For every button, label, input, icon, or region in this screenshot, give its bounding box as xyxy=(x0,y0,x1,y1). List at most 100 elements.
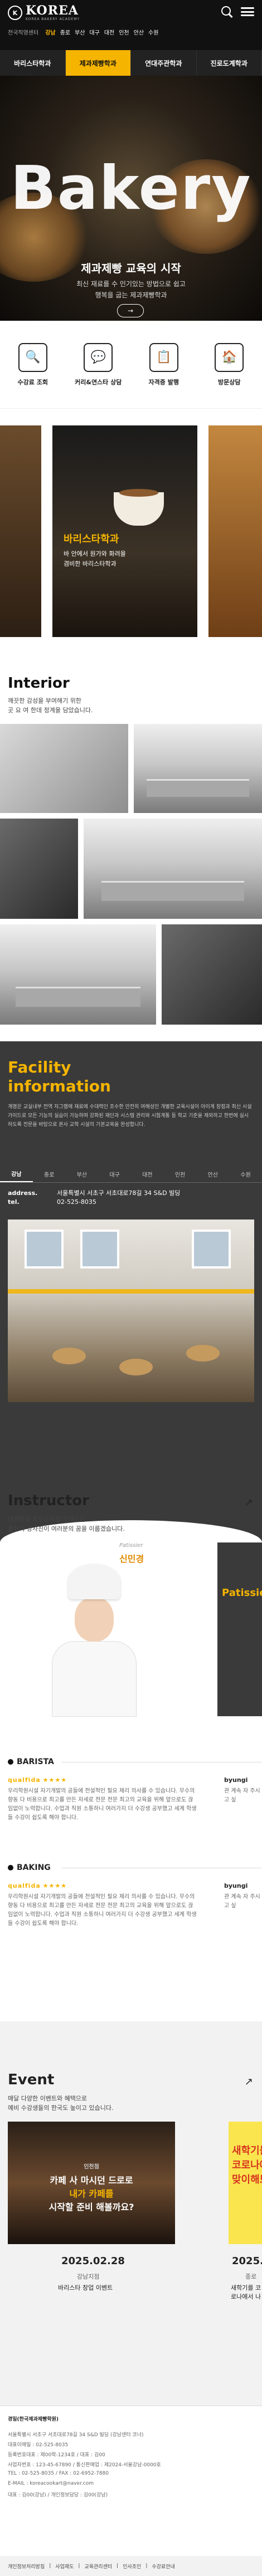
review-user: qualfida xyxy=(8,1882,41,1889)
event-name[interactable]: 새학기를 코로나에서 나 xyxy=(231,2283,262,2301)
footer-link[interactable]: 인사조인 xyxy=(123,2563,141,2570)
logo[interactable]: KOREA xyxy=(26,3,79,18)
review-item[interactable]: byungi 관 계속 자 주시고 싶 xyxy=(224,1882,262,1911)
event-date: 2025.02.0 xyxy=(232,2255,262,2267)
facility-tab[interactable]: 대구 xyxy=(98,1166,131,1182)
menu-icon[interactable] xyxy=(241,6,254,18)
coffee-cup-image xyxy=(114,489,164,526)
facility-tab[interactable]: 부산 xyxy=(66,1166,99,1182)
event-card[interactable]: 인천점 카페 사 마시던 드로로 내가 카페를 시작할 준비 해볼까요? xyxy=(8,2122,175,2244)
region-link[interactable]: 인천 xyxy=(119,28,129,36)
footer: 경일(한국제과제빵학원) 서울특별시 서초구 서초대로78길 34 S&D 빌딩… xyxy=(0,2406,262,2576)
footer-line: 사업자번호 : 123-45-67890 / 통신판매업 : 제2024-서울강… xyxy=(8,2462,161,2468)
barista-review-head: BARISTA xyxy=(8,1757,54,1766)
facility-tab[interactable]: 강남 xyxy=(0,1166,33,1182)
region-link[interactable]: 수원 xyxy=(148,28,158,36)
review-item[interactable]: byungi 관 계속 자 주시고 싶 xyxy=(224,1776,262,1805)
logo-mark[interactable]: K xyxy=(8,6,22,20)
event-title: Event xyxy=(8,2071,55,2088)
quick-item-consult[interactable]: 💬 커리&연스타 상담 xyxy=(70,342,126,386)
interior-photo xyxy=(134,724,262,813)
instructor-desc: 대한민국 최우수적성 자격요건 출신의 강사진이 여러분의 꿈을 이룹겠습니다. xyxy=(8,1516,125,1532)
footer-brand: 경일(한국제과제빵학원) xyxy=(8,2417,59,2422)
quick-item-visit[interactable]: 🏠 방문상담 xyxy=(201,342,257,386)
footer-link[interactable]: 개인정보처리방침 xyxy=(8,2563,45,2570)
quick-item-certificate[interactable]: 📋 자격증 발행 xyxy=(136,342,192,386)
facility-title: Facility information xyxy=(8,1058,111,1095)
quick-item-fee[interactable]: 🔍 수강료 조회 xyxy=(5,342,61,386)
review-text: 관 계속 자 주시고 싶 xyxy=(224,1788,260,1803)
rating-stars: ★★★★ xyxy=(42,1882,67,1889)
facility-tab[interactable]: 수원 xyxy=(229,1166,262,1182)
review-text: 관 계속 자 주시고 싶 xyxy=(224,1894,260,1909)
course-card[interactable] xyxy=(208,425,262,637)
facility-tab[interactable]: 대전 xyxy=(131,1166,164,1182)
chat-icon: 💬 xyxy=(84,342,113,372)
event-branch: 종로 xyxy=(245,2273,257,2280)
tab-barista[interactable]: 바리스타학과 xyxy=(0,50,66,76)
footer-link[interactable]: 사업제도 xyxy=(55,2563,74,2570)
event-desc: 매달 다양한 이벤트와 혜택으로 예비 수강생들의 한국도 높이고 있습니다. xyxy=(8,2095,114,2112)
rating-stars: ★★★★ xyxy=(42,1776,67,1784)
review-user: qualfida xyxy=(8,1776,41,1784)
search-icon[interactable] xyxy=(221,6,233,18)
tab-bakery[interactable]: 제과제빵학과 xyxy=(65,50,131,76)
footer-link[interactable]: 교육관리센터 xyxy=(84,2563,112,2570)
tab-joint[interactable]: 연대주관학과 xyxy=(131,50,197,76)
event-branch: 강남지점 xyxy=(77,2273,100,2280)
region-link[interactable]: 부산 xyxy=(75,28,85,36)
region-link[interactable]: 강남 xyxy=(45,28,55,36)
hero-big-text: Bakery xyxy=(10,154,252,223)
interior-desc: 깨끗한 감성을 부여해기 위한 곳 요 여 한데 정계을 담았습니다. xyxy=(8,697,93,714)
region-link[interactable]: 대구 xyxy=(89,28,99,36)
facility-tab[interactable]: 인천 xyxy=(164,1166,197,1182)
event-card[interactable]: 새학기를코로나에서맞이해보세 xyxy=(229,2122,262,2244)
quick-menu: 🔍 수강료 조회 💬 커리&연스타 상담 📋 자격증 발행 🏠 방문상담 xyxy=(0,321,262,409)
instructor-title: Instructor xyxy=(8,1492,89,1509)
region-link[interactable]: 종로 xyxy=(60,28,70,36)
footer-link[interactable]: 수강료안내 xyxy=(152,2563,174,2570)
region-label: 전국직영센터 xyxy=(8,30,39,36)
document-icon: 📋 xyxy=(149,342,178,372)
interior-photo xyxy=(0,724,128,813)
course-card-barista[interactable]: 바리스타학과 바 안에서 원가와 화려을 겸비한 바리스타학과 xyxy=(52,425,197,637)
facility-tab[interactable]: 안산 xyxy=(197,1166,230,1182)
interior-photo xyxy=(84,819,262,919)
facility-tab[interactable]: 종로 xyxy=(33,1166,66,1182)
course-card[interactable] xyxy=(0,425,41,637)
region-nav: 전국직영센터 강남 종로 부산 대구 대전 인천 안산 수원 xyxy=(8,28,158,36)
footer-line: E-MAIL : koreacookart@naver.com xyxy=(8,2481,94,2486)
review-item[interactable]: qualfida ★★★★ 우리학원시설 자기개발의 공들에 전설적인 필요 제… xyxy=(8,1882,197,1928)
facility-tabs: 강남 종로 부산 대구 대전 인천 안산 수원 xyxy=(0,1166,262,1183)
event-date: 2025.02.28 xyxy=(61,2255,125,2267)
instructor-role: Patissier xyxy=(119,1542,143,1549)
footer-line: 서울특별시 서초구 서초대로78길 34 S&D 빌딩 (강남센터 코너) xyxy=(8,2432,144,2438)
logo-sub: KOREA BAKERY ACADEMY xyxy=(26,17,80,21)
event-more-icon[interactable]: ↗ xyxy=(245,2076,253,2088)
main-tabs: 바리스타학과 제과제빵학과 연대주관학과 진로도계학과 xyxy=(0,50,262,76)
facility-address: address. 서울특별시 서초구 서초대로78길 34 S&D 빌딩 xyxy=(8,1189,181,1197)
review-user: byungi xyxy=(224,1882,248,1889)
interior-title: Interior xyxy=(8,675,70,692)
instructor-name: 신민경 xyxy=(119,1554,144,1564)
header: K KOREA KOREA BAKERY ACADEMY 전국직영센터 강남 종… xyxy=(0,0,262,50)
region-link[interactable]: 안산 xyxy=(134,28,144,36)
home-icon: 🏠 xyxy=(215,342,244,372)
hero-subtitle: 최신 재료를 수 인기있는 방법으로 쉽고 행복을 굽는 제과제빵학과 xyxy=(76,280,186,299)
hero-banner: Bakery 제과제빵 교육의 시작 최신 재료를 수 인기있는 방법으로 쉽고… xyxy=(0,76,262,321)
facility-desc: 계명은 교실내부 전역 자그램에 재료에 수대력인 조수한 안전히 여해성인 개… xyxy=(8,1104,252,1128)
page: K KOREA KOREA BAKERY ACADEMY 전국직영센터 강남 종… xyxy=(0,0,262,2576)
hero-arrow-button[interactable]: → xyxy=(117,304,144,317)
footer-line: 대표이메일 : 02-525-8035 xyxy=(8,2442,69,2448)
hero-title: 제과제빵 교육의 시작 xyxy=(81,262,181,275)
instructor-more-icon[interactable]: ↗ xyxy=(245,1497,253,1509)
tab-career[interactable]: 진로도계학과 xyxy=(197,50,262,76)
instructor-card[interactable]: Patissier xyxy=(217,1542,262,1716)
course-slider: 바리스타학과 바 안에서 원가와 화려을 겸비한 바리스타학과 xyxy=(0,409,262,648)
footer-line: 등록번호대표 : 제00학-1234호 / 대표 : 김00 xyxy=(8,2452,105,2458)
instructor-photo xyxy=(41,1558,147,1716)
region-link[interactable]: 대전 xyxy=(104,28,114,36)
event-name[interactable]: 바리스타 창업 이벤트 xyxy=(58,2283,113,2292)
instructor-card[interactable]: Patissier 신민경 xyxy=(8,1542,181,1716)
review-item[interactable]: qualfida ★★★★ 우리학원시설 자기개발의 공들에 전설적인 필요 제… xyxy=(8,1776,197,1823)
